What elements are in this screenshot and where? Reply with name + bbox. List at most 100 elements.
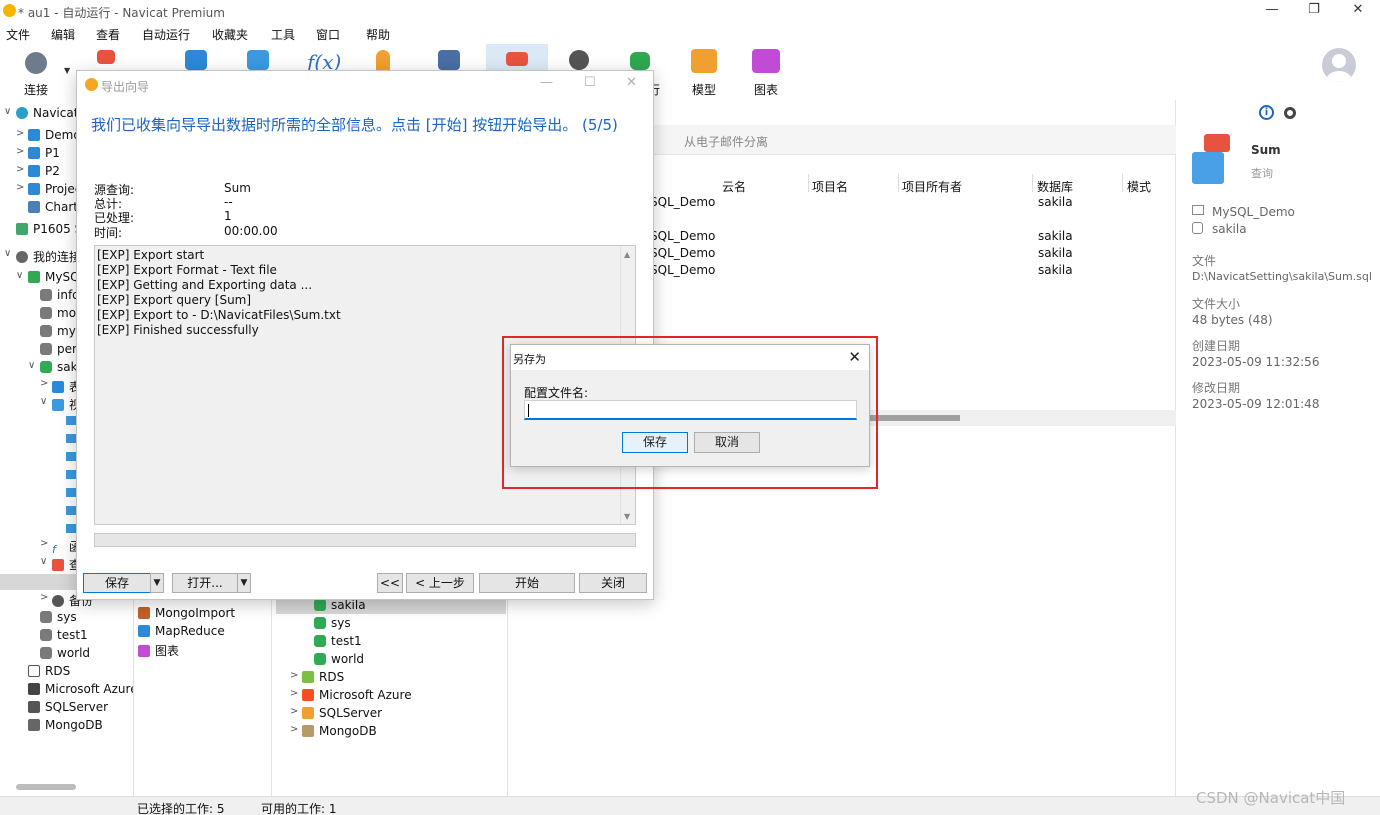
database-outline-icon <box>1192 222 1203 234</box>
object-item[interactable]: 图表 <box>138 642 179 660</box>
azure-icon <box>28 683 40 695</box>
tree-item[interactable]: > Microsoft Azure <box>290 688 412 706</box>
tree-item[interactable]: MongoDB <box>28 718 103 736</box>
info-icon[interactable]: i <box>1259 105 1274 120</box>
nav-horizontal-scrollbar[interactable] <box>16 784 76 790</box>
menu-edit[interactable]: 编辑 <box>51 26 75 43</box>
connection-icon <box>1192 205 1204 215</box>
log-line: [EXP] Finished successfully <box>97 323 259 337</box>
profile-name-input[interactable] <box>524 400 857 420</box>
tree-item[interactable]: sys <box>40 610 77 628</box>
plug-icon <box>25 52 47 74</box>
save-as-close-icon[interactable]: ✕ <box>848 348 861 366</box>
functions-icon: f <box>52 543 56 556</box>
scroll-up-icon[interactable]: ▲ <box>624 250 630 259</box>
tree-item[interactable]: > Demo <box>16 128 81 146</box>
save-dropdown-icon[interactable]: ▼ <box>150 573 164 593</box>
wizard-maximize-button[interactable]: ☐ <box>584 75 596 90</box>
connect-button[interactable]: 连接 <box>8 44 64 98</box>
database-open-icon <box>314 653 326 665</box>
tree-item[interactable]: sakila <box>314 598 366 616</box>
tree-item[interactable]: > SQLServer <box>290 706 382 724</box>
tree-item[interactable]: > Projec <box>16 182 81 200</box>
tree-item[interactable]: ∨ 我的连接 <box>4 248 81 266</box>
wizard-minimize-button[interactable]: — <box>540 75 553 90</box>
azure-icon <box>302 689 314 701</box>
tree-item[interactable]: Chart <box>28 200 78 218</box>
row-database[interactable]: sakila <box>1038 246 1073 260</box>
tree-item[interactable]: > P1 <box>16 146 60 164</box>
database-icon <box>40 325 52 337</box>
chart-icon <box>752 49 780 73</box>
tree-item[interactable]: test1 <box>314 634 362 652</box>
connect-dropdown-icon[interactable]: ▼ <box>64 66 70 75</box>
tree-item[interactable]: mo <box>40 306 76 324</box>
menu-favorites[interactable]: 收藏夹 <box>212 26 248 43</box>
tree-item[interactable]: Microsoft Azure <box>28 682 133 700</box>
user-avatar[interactable] <box>1322 48 1356 82</box>
row-connection[interactable]: SQL_Demo <box>650 246 715 260</box>
info-created-label: 创建日期 <box>1192 339 1241 353</box>
object-item[interactable]: MongoImport <box>138 606 235 624</box>
tree-item[interactable]: > MongoDB <box>290 724 377 742</box>
close-window-button[interactable]: ✕ <box>1343 2 1373 17</box>
database-icon <box>40 343 52 355</box>
column-header[interactable]: 云名 <box>722 178 746 195</box>
preview-icon[interactable] <box>1284 107 1296 119</box>
open-profile-button[interactable]: 打开... <box>172 573 238 593</box>
tree-item[interactable]: > P2 <box>16 164 60 182</box>
info-created-value: 2023-05-09 11:32:56 <box>1192 355 1320 369</box>
log-line: [EXP] Export Format - Text file <box>97 263 277 277</box>
row-connection[interactable]: SQL_Demo <box>650 263 715 277</box>
column-header[interactable]: 模式 <box>1127 178 1151 195</box>
tree-item[interactable]: ∨ Navicat <box>4 106 78 124</box>
column-header[interactable]: 项目名 <box>812 178 848 195</box>
wizard-close-button[interactable]: ✕ <box>626 75 637 90</box>
tree-item[interactable]: per <box>40 342 77 360</box>
tree-item[interactable]: test1 <box>40 628 88 646</box>
row-connection[interactable]: SQL_Demo <box>650 229 715 243</box>
open-dropdown-icon[interactable]: ▼ <box>237 573 251 593</box>
menu-tools[interactable]: 工具 <box>271 26 295 43</box>
tree-item[interactable]: world <box>40 646 90 664</box>
column-header[interactable]: 项目所有者 <box>902 178 962 195</box>
tree-item[interactable]: P1605 S <box>16 222 82 240</box>
start-button[interactable]: 开始 <box>479 573 575 593</box>
close-wizard-button[interactable]: 关闭 <box>579 573 647 593</box>
mysql-icon <box>28 271 40 283</box>
save-as-title: 另存为 <box>513 353 546 366</box>
tree-item[interactable]: > RDS <box>290 670 344 688</box>
info-database: sakila <box>1212 222 1247 236</box>
menu-automation[interactable]: 自动运行 <box>142 26 190 43</box>
save-as-ok-button[interactable]: 保存 <box>622 432 688 453</box>
save-profile-button[interactable]: 保存 <box>83 573 151 593</box>
tree-item[interactable]: sys <box>314 616 351 634</box>
menu-view[interactable]: 查看 <box>96 26 120 43</box>
tree-item[interactable]: world <box>314 652 364 670</box>
tree-item[interactable]: my <box>40 324 76 342</box>
maximize-button[interactable]: ❐ <box>1299 2 1329 17</box>
save-as-caption: 另存为 ✕ <box>511 345 869 370</box>
chart-button[interactable]: 图表 <box>738 44 794 98</box>
minimize-button[interactable]: — <box>1257 2 1287 17</box>
save-as-cancel-button[interactable]: 取消 <box>694 432 760 453</box>
menu-window[interactable]: 窗口 <box>316 26 340 43</box>
back-button[interactable]: < 上一步 <box>406 573 474 593</box>
tree-item[interactable]: RDS <box>28 664 70 682</box>
first-step-button[interactable]: << <box>377 573 403 593</box>
object-item[interactable]: MapReduce <box>138 624 225 642</box>
row-database[interactable]: sakila <box>1038 229 1073 243</box>
tree-item[interactable]: ∨ sak <box>28 360 78 378</box>
menu-help[interactable]: 帮助 <box>366 26 390 43</box>
column-header[interactable]: 数据库 <box>1037 178 1073 195</box>
menu-file[interactable]: 文件 <box>6 26 30 43</box>
tree-item[interactable]: SQLServer <box>28 700 108 718</box>
tree-item[interactable]: info <box>40 288 80 306</box>
row-database[interactable]: sakila <box>1038 195 1073 209</box>
detach-email-button[interactable]: 从电子邮件分离 <box>684 133 768 150</box>
model-button[interactable]: 模型 <box>676 44 732 98</box>
row-database[interactable]: sakila <box>1038 263 1073 277</box>
row-connection[interactable]: SQL_Demo <box>650 195 715 209</box>
query-large-icon <box>1192 134 1230 186</box>
scroll-down-icon[interactable]: ▼ <box>624 512 630 521</box>
